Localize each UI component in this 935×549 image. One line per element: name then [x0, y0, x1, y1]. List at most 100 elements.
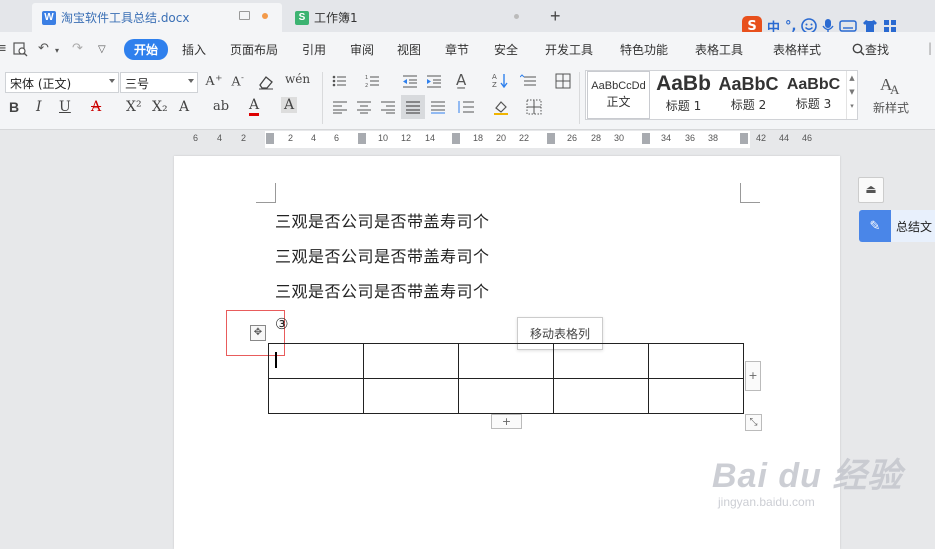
table-cell[interactable]: [648, 378, 744, 414]
summary-panel-button[interactable]: ✎ 总结文: [859, 210, 935, 242]
menu-home[interactable]: 开始: [124, 39, 169, 60]
table-cell[interactable]: [268, 378, 364, 414]
unsaved-dot-icon[interactable]: [262, 13, 268, 19]
add-row-button[interactable]: +: [491, 414, 522, 429]
menu-table-tools[interactable]: 表格工具: [695, 41, 743, 58]
style-heading-1[interactable]: AaBb 标题 1: [652, 71, 715, 119]
menu-table-style[interactable]: 表格样式: [773, 41, 821, 58]
print-preview-icon[interactable]: [12, 41, 28, 57]
margin-corner-icon: [740, 183, 760, 203]
menu-developer[interactable]: 开发工具: [545, 41, 593, 58]
redo-icon[interactable]: ↷: [72, 41, 83, 56]
highlight-icon[interactable]: ab: [213, 99, 229, 114]
numbered-list-icon[interactable]: 12: [365, 74, 383, 88]
menu-page-layout[interactable]: 页面布局: [230, 41, 278, 58]
justify-icon[interactable]: [401, 95, 425, 119]
distributed-align-icon[interactable]: [430, 100, 446, 114]
menu-view[interactable]: 视图: [397, 41, 421, 58]
bullet-list-icon[interactable]: [332, 74, 350, 88]
ruler-tick: 26: [567, 133, 578, 143]
dropdown-arrow-icon: [109, 79, 115, 83]
table-grid-icon[interactable]: [555, 73, 571, 89]
paragraph[interactable]: 三观是否公司是否带盖寿司个: [275, 278, 490, 302]
font-size-select[interactable]: 三号: [120, 72, 198, 93]
undo-dropdown-icon[interactable]: ▾: [55, 46, 59, 55]
style-heading-2[interactable]: AaBbC 标题 2: [717, 71, 780, 119]
subscript-icon[interactable]: X₂: [152, 99, 168, 115]
new-style-button[interactable]: AA 新样式: [866, 72, 916, 116]
column-marker-icon[interactable]: [547, 133, 555, 144]
column-marker-icon[interactable]: [452, 133, 460, 144]
menu-security[interactable]: 安全: [494, 41, 518, 58]
style-normal[interactable]: AaBbCcDd 正文: [587, 71, 650, 119]
tab-label: 工作簿1: [314, 11, 358, 25]
collapse-panel-button[interactable]: ⏏: [858, 177, 884, 203]
menu-references[interactable]: 引用: [302, 41, 326, 58]
text-effect-icon[interactable]: A: [179, 99, 189, 115]
sort-icon[interactable]: AZ: [492, 72, 508, 88]
decrease-indent-icon[interactable]: [402, 74, 418, 88]
strikethrough-icon[interactable]: A: [91, 99, 101, 115]
svg-text:A: A: [890, 82, 900, 96]
customize-quick-access-icon[interactable]: ▽: [98, 44, 106, 55]
menu-insert[interactable]: 插入: [182, 41, 206, 58]
bold-icon[interactable]: B: [9, 99, 19, 115]
table-row: [268, 343, 744, 379]
grid-apps-icon[interactable]: [883, 19, 897, 33]
table-cell[interactable]: [268, 343, 364, 379]
monitor-icon[interactable]: [239, 11, 250, 20]
table-cell[interactable]: [553, 378, 649, 414]
table-resize-handle-icon[interactable]: ⤡: [745, 414, 762, 431]
column-marker-icon[interactable]: [358, 133, 366, 144]
font-name-select[interactable]: 宋体 (正文): [5, 72, 119, 93]
borders-icon[interactable]: [526, 99, 542, 115]
clear-format-icon[interactable]: [258, 74, 274, 90]
ruler-tick: 2: [241, 133, 247, 143]
text-direction-icon[interactable]: A̲: [456, 71, 466, 89]
italic-icon[interactable]: I: [36, 99, 42, 115]
new-tab-button[interactable]: +: [550, 6, 561, 27]
indent-marker-icon[interactable]: [266, 133, 274, 144]
align-left-icon[interactable]: [332, 100, 348, 114]
menu-features[interactable]: 特色功能: [620, 41, 668, 58]
paragraph-spacing-icon[interactable]: [457, 99, 475, 115]
table-cell[interactable]: [363, 378, 459, 414]
paragraph[interactable]: 三观是否公司是否带盖寿司个: [275, 243, 490, 267]
align-center-icon[interactable]: [356, 100, 372, 114]
table-cell[interactable]: [458, 343, 554, 379]
underline-icon[interactable]: U: [59, 99, 71, 115]
char-shading-icon[interactable]: A: [281, 97, 298, 113]
table-cell[interactable]: [648, 343, 744, 379]
table-cell[interactable]: [553, 343, 649, 379]
menu-chapter[interactable]: 章节: [445, 41, 469, 58]
shrink-font-icon[interactable]: A-: [231, 73, 244, 91]
paragraph[interactable]: 三观是否公司是否带盖寿司个: [275, 208, 490, 232]
undo-icon[interactable]: ↶: [38, 41, 49, 56]
style-heading-3[interactable]: AaBbC 标题 3: [782, 71, 845, 119]
column-marker-icon[interactable]: [642, 133, 650, 144]
search-command[interactable]: 查找: [852, 41, 889, 58]
increase-indent-icon[interactable]: [426, 74, 442, 88]
keyboard-icon[interactable]: [839, 19, 858, 33]
horizontal-ruler[interactable]: 6 4 2 2 4 6 10 12 14 18 20 22 26 28 30 3…: [0, 131, 935, 148]
style-gallery-scroll[interactable]: ▲ ▼ ▾: [846, 71, 857, 119]
document-tab[interactable]: W 淘宝软件工具总结.docx: [32, 3, 282, 32]
line-spacing-icon[interactable]: [520, 74, 538, 88]
document-table[interactable]: [268, 343, 744, 414]
align-right-icon[interactable]: [380, 100, 396, 114]
shading-fill-icon[interactable]: [493, 99, 509, 115]
menu-dropdown-icon[interactable]: ≡: [0, 41, 7, 56]
grow-font-icon[interactable]: A⁺: [205, 73, 223, 90]
workbook-tab[interactable]: S 工作簿1: [285, 3, 533, 32]
superscript-icon[interactable]: X²: [126, 99, 142, 115]
font-color-icon[interactable]: A: [249, 97, 260, 116]
pinyin-guide-icon[interactable]: wén: [285, 72, 310, 86]
table-cell[interactable]: [363, 343, 459, 379]
menu-review[interactable]: 审阅: [350, 41, 374, 58]
overflow-separator: |: [928, 41, 933, 55]
table-cell[interactable]: [458, 378, 554, 414]
add-column-button[interactable]: +: [745, 361, 761, 391]
tab-status-dot-icon: [514, 14, 519, 19]
right-margin-marker-icon[interactable]: [740, 133, 748, 144]
table-move-handle-icon[interactable]: ✥: [250, 325, 266, 341]
